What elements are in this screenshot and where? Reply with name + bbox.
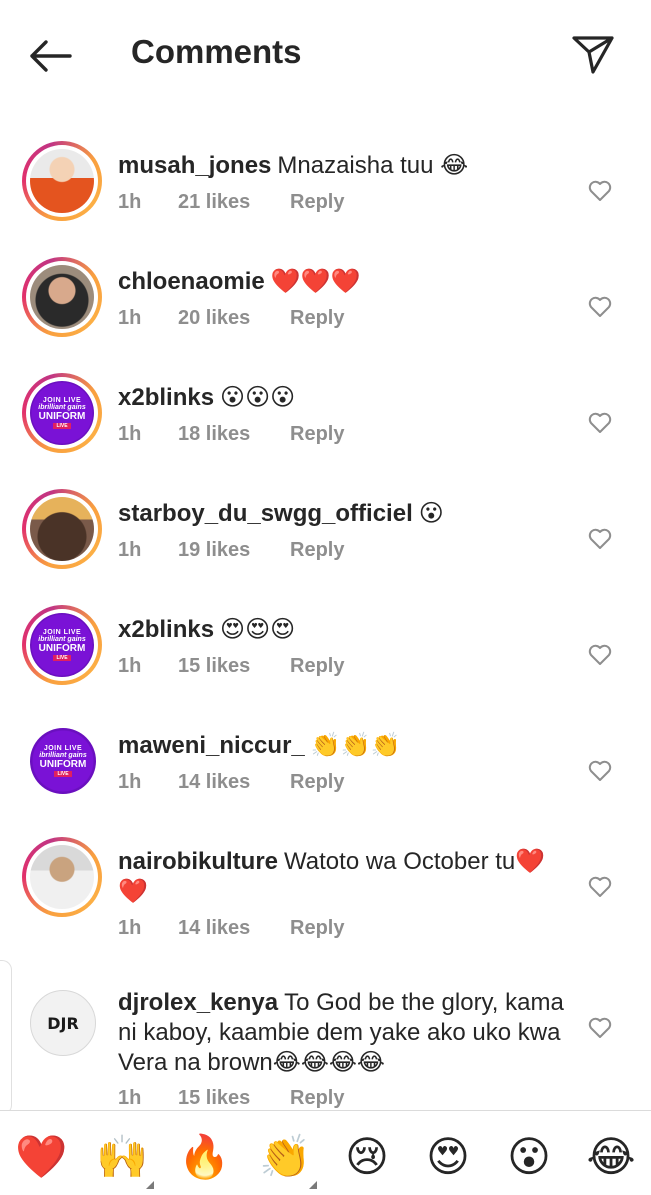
comment-body: 😮	[418, 500, 444, 527]
comment-text: musah_jones Mnazaisha tuu 😂	[118, 151, 568, 181]
comment-meta: 1h 19 likes Reply	[118, 539, 344, 562]
heart-icon[interactable]	[588, 760, 612, 782]
avatar[interactable]: DJR	[30, 990, 96, 1056]
comment-username[interactable]: djrolex_kenya	[118, 989, 278, 1016]
comment-likes[interactable]: 20 likes	[178, 307, 290, 330]
comment-text: maweni_niccur_ 👏👏👏	[118, 731, 568, 761]
comment-text: x2blinks 😮😮😮	[118, 383, 568, 413]
reply-button[interactable]: Reply	[290, 655, 344, 678]
reply-button[interactable]: Reply	[290, 539, 344, 562]
send-button[interactable]	[568, 30, 618, 76]
comment-likes[interactable]: 14 likes	[178, 771, 290, 794]
emoji-button-fire[interactable]: 🔥	[178, 1131, 230, 1183]
comment-username[interactable]: starboy_du_swgg_officiel	[118, 500, 413, 527]
comment-likes[interactable]: 15 likes	[178, 655, 290, 678]
skin-tone-indicator	[146, 1181, 154, 1189]
comment-time: 1h	[118, 307, 142, 329]
avatar[interactable]: JOIN LIVE ibrilliant gains UNIFORM LIVE	[22, 605, 102, 685]
comment-meta: 1h 18 likes Reply	[118, 423, 344, 446]
heart-icon[interactable]	[588, 644, 612, 666]
comment-time: 1h	[118, 655, 142, 677]
heart-icon[interactable]	[588, 1017, 612, 1039]
comment-meta: 1h 21 likes Reply	[118, 191, 344, 214]
avatar[interactable]	[22, 257, 102, 337]
emoji-button-heart-eyes[interactable]: 😍	[422, 1131, 474, 1183]
emoji-button-crying[interactable]: 😢	[341, 1131, 393, 1183]
comment-text: djrolex_kenya To God be the glory, kama n…	[118, 988, 568, 1078]
comment-meta: 1h 20 likes Reply	[118, 307, 344, 330]
heart-icon[interactable]	[588, 876, 612, 898]
avatar[interactable]: JOIN LIVE ibrilliant gains UNIFORM LIVE	[30, 728, 96, 794]
comment-meta: 1h 14 likes Reply	[118, 917, 344, 940]
heart-icon[interactable]	[588, 412, 612, 434]
comment-likes[interactable]: 14 likes	[178, 917, 290, 940]
comment-likes[interactable]: 18 likes	[178, 423, 290, 446]
heart-icon[interactable]	[588, 296, 612, 318]
comment-meta: 1h 15 likes Reply	[118, 1087, 344, 1110]
arrow-left-icon	[30, 40, 72, 72]
comment-username[interactable]: maweni_niccur_	[118, 732, 305, 759]
comment-time: 1h	[118, 423, 142, 445]
comment-username[interactable]: nairobikulture	[118, 848, 278, 875]
comment-likes[interactable]: 19 likes	[178, 539, 290, 562]
paper-plane-icon	[572, 36, 614, 74]
comment-likes[interactable]: 15 likes	[178, 1087, 290, 1110]
avatar[interactable]: JOIN LIVE ibrilliant gains UNIFORM LIVE	[22, 373, 102, 453]
emoji-bar: ❤️ 🙌 🔥 👏 😢 😍 😮 😂	[0, 1110, 651, 1195]
avatar[interactable]	[22, 837, 102, 917]
avatar[interactable]	[22, 141, 102, 221]
comment-text: chloenaomie ❤️❤️❤️	[118, 267, 568, 297]
reply-button[interactable]: Reply	[290, 191, 344, 214]
reply-button[interactable]: Reply	[290, 1087, 344, 1110]
heart-icon[interactable]	[588, 180, 612, 202]
reply-button[interactable]: Reply	[290, 917, 344, 940]
page-title: Comments	[131, 33, 302, 70]
emoji-button-laughing[interactable]: 😂	[585, 1131, 637, 1183]
comment-username[interactable]: x2blinks	[118, 384, 214, 411]
reply-button[interactable]: Reply	[290, 307, 344, 330]
comment-body: 👏👏👏	[310, 732, 401, 759]
reply-button[interactable]: Reply	[290, 771, 344, 794]
comment-body: ❤️❤️❤️	[270, 268, 361, 295]
comment-list[interactable]: musah_jones Mnazaisha tuu 😂 1h 21 likes R…	[0, 108, 651, 1110]
header: Comments	[0, 0, 651, 108]
heart-icon[interactable]	[588, 528, 612, 550]
skin-tone-indicator	[309, 1181, 317, 1189]
emoji-button-surprised[interactable]: 😮	[503, 1131, 555, 1183]
back-button[interactable]	[26, 34, 74, 78]
edge-handle[interactable]	[0, 960, 12, 1115]
avatar-logo-text: DJR	[47, 1013, 79, 1033]
comment-time: 1h	[118, 539, 142, 561]
comment-username[interactable]: x2blinks	[118, 616, 214, 643]
comment-text: nairobikulture Watoto wa October tu❤️❤️	[118, 847, 568, 907]
emoji-button-raised-hands[interactable]: 🙌	[96, 1131, 148, 1183]
comment-username[interactable]: musah_jones	[118, 152, 271, 179]
comment-text: starboy_du_swgg_officiel 😮	[118, 499, 568, 529]
comment-text: x2blinks 😍😍😍	[118, 615, 568, 645]
comment-body: Mnazaisha tuu 😂	[277, 152, 469, 179]
comment-time: 1h	[118, 917, 142, 939]
emoji-button-heart[interactable]: ❤️	[15, 1131, 67, 1183]
avatar[interactable]	[22, 489, 102, 569]
comment-username[interactable]: chloenaomie	[118, 268, 265, 295]
comment-body: 😮😮😮	[220, 384, 296, 411]
reply-button[interactable]: Reply	[290, 423, 344, 446]
comment-likes[interactable]: 21 likes	[178, 191, 290, 214]
comment-body: 😍😍😍	[220, 616, 296, 643]
comment-time: 1h	[118, 1087, 142, 1109]
comment-time: 1h	[118, 771, 142, 793]
comment-time: 1h	[118, 191, 142, 213]
comment-meta: 1h 15 likes Reply	[118, 655, 344, 678]
comment-meta: 1h 14 likes Reply	[118, 771, 344, 794]
emoji-button-clap[interactable]: 👏	[259, 1131, 311, 1183]
